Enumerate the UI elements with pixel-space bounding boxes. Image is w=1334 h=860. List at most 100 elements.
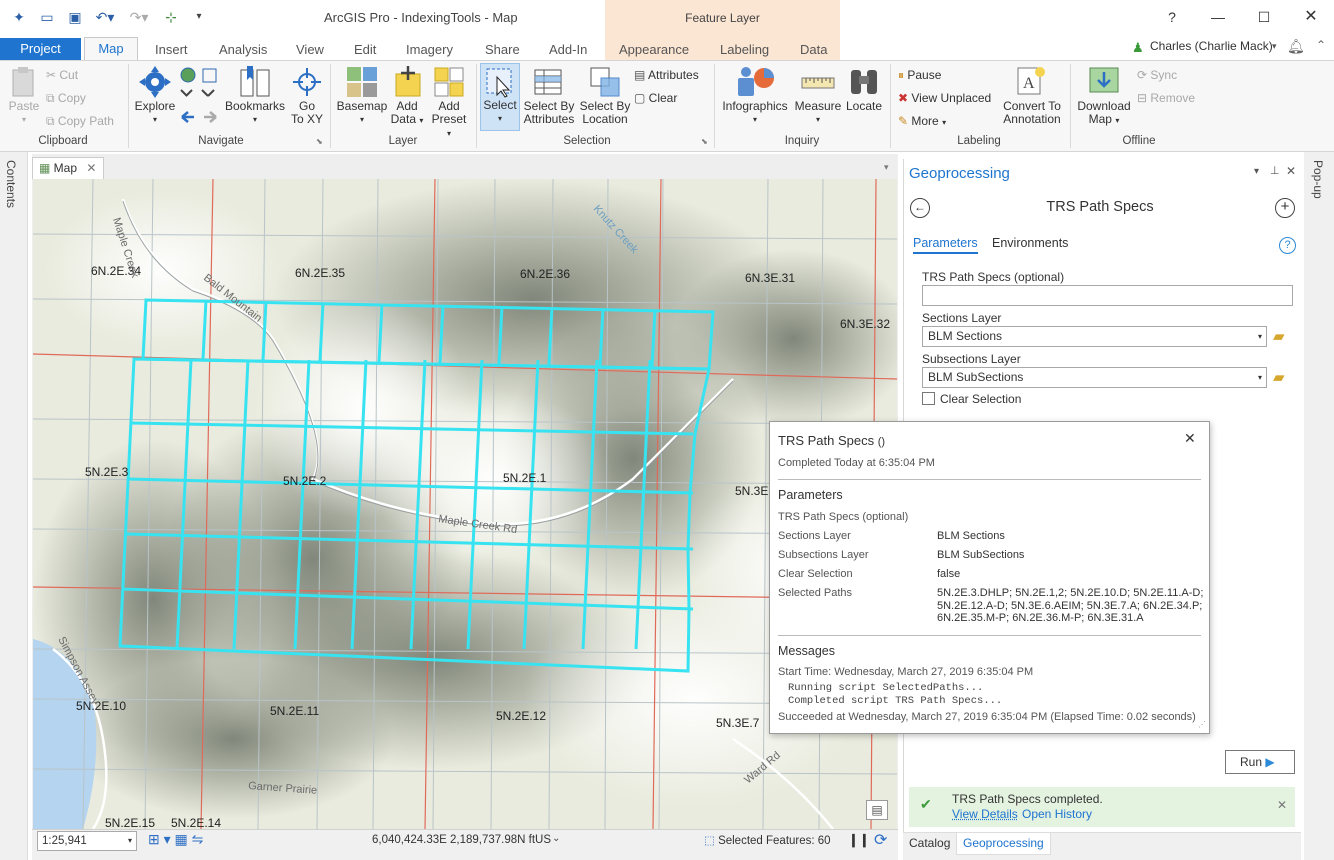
new-project-icon[interactable]: ✦ [10, 9, 28, 25]
clear-selection-checkbox[interactable] [922, 392, 935, 405]
open-project-icon[interactable]: ▭ [38, 9, 56, 25]
trs-path-specs-input[interactable] [922, 285, 1293, 306]
add-data-button[interactable]: Add Data ▾ [390, 64, 424, 127]
convert-to-annotation-button[interactable]: A Convert To Annotation [1000, 64, 1064, 126]
save-project-icon[interactable]: ▣ [66, 9, 84, 25]
explore-button[interactable]: Explore ▾ [134, 64, 176, 126]
measure-button[interactable]: Measure ▾ [794, 64, 842, 126]
select-cursor-icon [486, 68, 512, 98]
more-labeling-button[interactable]: ✎ More ▾ [898, 114, 946, 128]
tab-appearance[interactable]: Appearance [619, 40, 689, 60]
popup-pane-tab[interactable]: Pop-up [1311, 160, 1325, 199]
redo-icon[interactable]: ↷▾ [126, 9, 152, 25]
view-details-link[interactable]: View Details [952, 807, 1018, 821]
go-to-xy-button[interactable]: Go To XY [288, 64, 326, 126]
infographics-button[interactable]: Infographics ▾ [720, 64, 790, 126]
ruler-icon [801, 77, 835, 89]
back-arrow-icon[interactable]: ← [910, 198, 930, 218]
minimize-button[interactable]: — [1204, 6, 1232, 28]
tab-geoprocessing[interactable]: Geoprocessing [956, 833, 1051, 855]
close-result-icon[interactable]: ✕ [1184, 430, 1196, 447]
customize-icon[interactable]: ⊹ [162, 9, 180, 25]
parameters-header: Parameters [778, 488, 843, 502]
open-history-link[interactable]: Open History [1022, 807, 1092, 821]
tab-view[interactable]: View [296, 40, 324, 60]
map-canvas[interactable]: 6N.2E.34 6N.2E.35 6N.2E.36 6N.3E.316N.3E.32… [33, 179, 897, 829]
tab-map[interactable]: Map [84, 37, 138, 61]
copy-button[interactable]: ⧉ Copy [46, 91, 86, 106]
contents-pane-tab[interactable]: Contents [4, 160, 18, 208]
pause-drawing-icon[interactable]: ❙❙ [848, 832, 870, 848]
close-window-button[interactable]: ✕ [1297, 6, 1325, 28]
map-overview-icon[interactable]: ▤ [866, 800, 888, 820]
collapse-ribbon-icon[interactable]: ⌃ [1316, 38, 1326, 52]
tab-add-in[interactable]: Add-In [549, 40, 587, 60]
user-dropdown-icon[interactable]: ▾ [1272, 41, 1277, 52]
download-map-button[interactable]: Download Map ▾ [1074, 64, 1134, 127]
tab-project[interactable]: Project [0, 38, 81, 60]
remove-button[interactable]: ⊟ Remove [1137, 91, 1195, 105]
locate-label: Locate [845, 99, 883, 113]
copy-path-button[interactable]: ⧉ Copy Path [46, 114, 114, 129]
subsections-layer-select[interactable]: BLM SubSections ▾ [922, 367, 1267, 388]
bookmarks-button[interactable]: Bookmarks ▾ [224, 64, 286, 126]
pause-labeling-button[interactable]: ⏸ Pause [898, 68, 941, 83]
run-button[interactable]: Run ▶ [1225, 750, 1295, 774]
select-by-location-icon [590, 67, 620, 97]
resize-grip-icon[interactable]: ⋰ [1198, 720, 1206, 729]
quick-access-dropdown-icon[interactable]: ▾ [190, 9, 208, 25]
browse-folder-icon[interactable]: ▰ [1273, 368, 1285, 386]
tab-catalog[interactable]: Catalog [909, 836, 950, 850]
tab-data[interactable]: Data [800, 40, 827, 60]
coordinate-format-dropdown-icon[interactable]: ⌄ [552, 833, 560, 844]
tab-imagery[interactable]: Imagery [406, 40, 453, 60]
selection-dialog-launcher-icon[interactable]: ⬊ [701, 137, 708, 146]
select-button[interactable]: Select ▾ [480, 63, 520, 131]
close-pane-icon[interactable]: ✕ [1286, 164, 1296, 178]
pin-pane-icon[interactable]: ⊥ [1270, 164, 1280, 177]
section-label: 6N.3E.32 [840, 317, 890, 331]
add-plus-icon[interactable]: + [1275, 198, 1295, 218]
add-preset-button[interactable]: Add Preset ▾ [428, 64, 470, 140]
refresh-icon[interactable]: ⟳ [874, 830, 887, 850]
tab-analysis[interactable]: Analysis [219, 40, 267, 60]
select-by-attributes-button[interactable]: Select By Attributes [522, 64, 576, 126]
tab-labeling[interactable]: Labeling [720, 40, 769, 60]
view-unplaced-button[interactable]: ✖ View Unplaced [898, 91, 991, 105]
param-value: BLM SubSections [937, 549, 1025, 561]
maximize-button[interactable]: ☐ [1250, 6, 1278, 28]
locate-button[interactable]: Locate [844, 64, 884, 113]
browse-folder-icon[interactable]: ▰ [1273, 327, 1285, 345]
table-icon: ▤ [634, 68, 649, 82]
map-view-tab[interactable]: ▦ Map ✕ [32, 157, 104, 179]
notification-bell-icon[interactable]: 🔔︎ [1287, 38, 1305, 55]
close-map-tab-icon[interactable]: ✕ [86, 161, 96, 175]
tab-parameters[interactable]: Parameters [913, 236, 978, 254]
dismiss-banner-icon[interactable]: ✕ [1277, 798, 1287, 812]
tab-edit[interactable]: Edit [354, 40, 376, 60]
map-tabs-dropdown-icon[interactable]: ▾ [884, 162, 889, 173]
user-name[interactable]: Charles (Charlie Mack) [1150, 39, 1273, 53]
infographics-icon [738, 67, 774, 96]
section-label: 5N.2E.14 [171, 816, 221, 829]
help-question-icon[interactable]: ? [1279, 237, 1296, 254]
help-button[interactable]: ? [1158, 6, 1186, 28]
tab-insert[interactable]: Insert [155, 40, 188, 60]
basemap-button[interactable]: Basemap ▾ [336, 64, 388, 126]
attributes-button[interactable]: ▤ Attributes [634, 68, 699, 82]
sync-button[interactable]: ⟳ Sync [1137, 68, 1177, 82]
paste-button[interactable]: Paste ▾ [6, 66, 42, 126]
navigate-dialog-launcher-icon[interactable]: ⬊ [316, 137, 323, 146]
selected-features-count[interactable]: ⬚ Selected Features: 60 [704, 833, 831, 847]
sections-layer-select[interactable]: BLM Sections ▾ [922, 326, 1267, 347]
map-tools-icons[interactable]: ⊞ ▾ ▦ ⇋ [148, 831, 203, 848]
clear-selection-button[interactable]: ▢ Clear [634, 91, 677, 105]
undo-icon[interactable]: ↶▾ [92, 9, 118, 25]
pane-options-icon[interactable]: ▾ [1254, 166, 1259, 177]
cut-button[interactable]: ✂ Cut [46, 68, 78, 82]
tab-share[interactable]: Share [485, 40, 520, 60]
select-by-location-button[interactable]: Select By Location [578, 64, 632, 126]
scale-selector[interactable]: 1:25,941 ▾ [37, 831, 137, 851]
navigate-tools-icon[interactable] [178, 66, 220, 128]
tab-environments[interactable]: Environments [992, 236, 1068, 250]
